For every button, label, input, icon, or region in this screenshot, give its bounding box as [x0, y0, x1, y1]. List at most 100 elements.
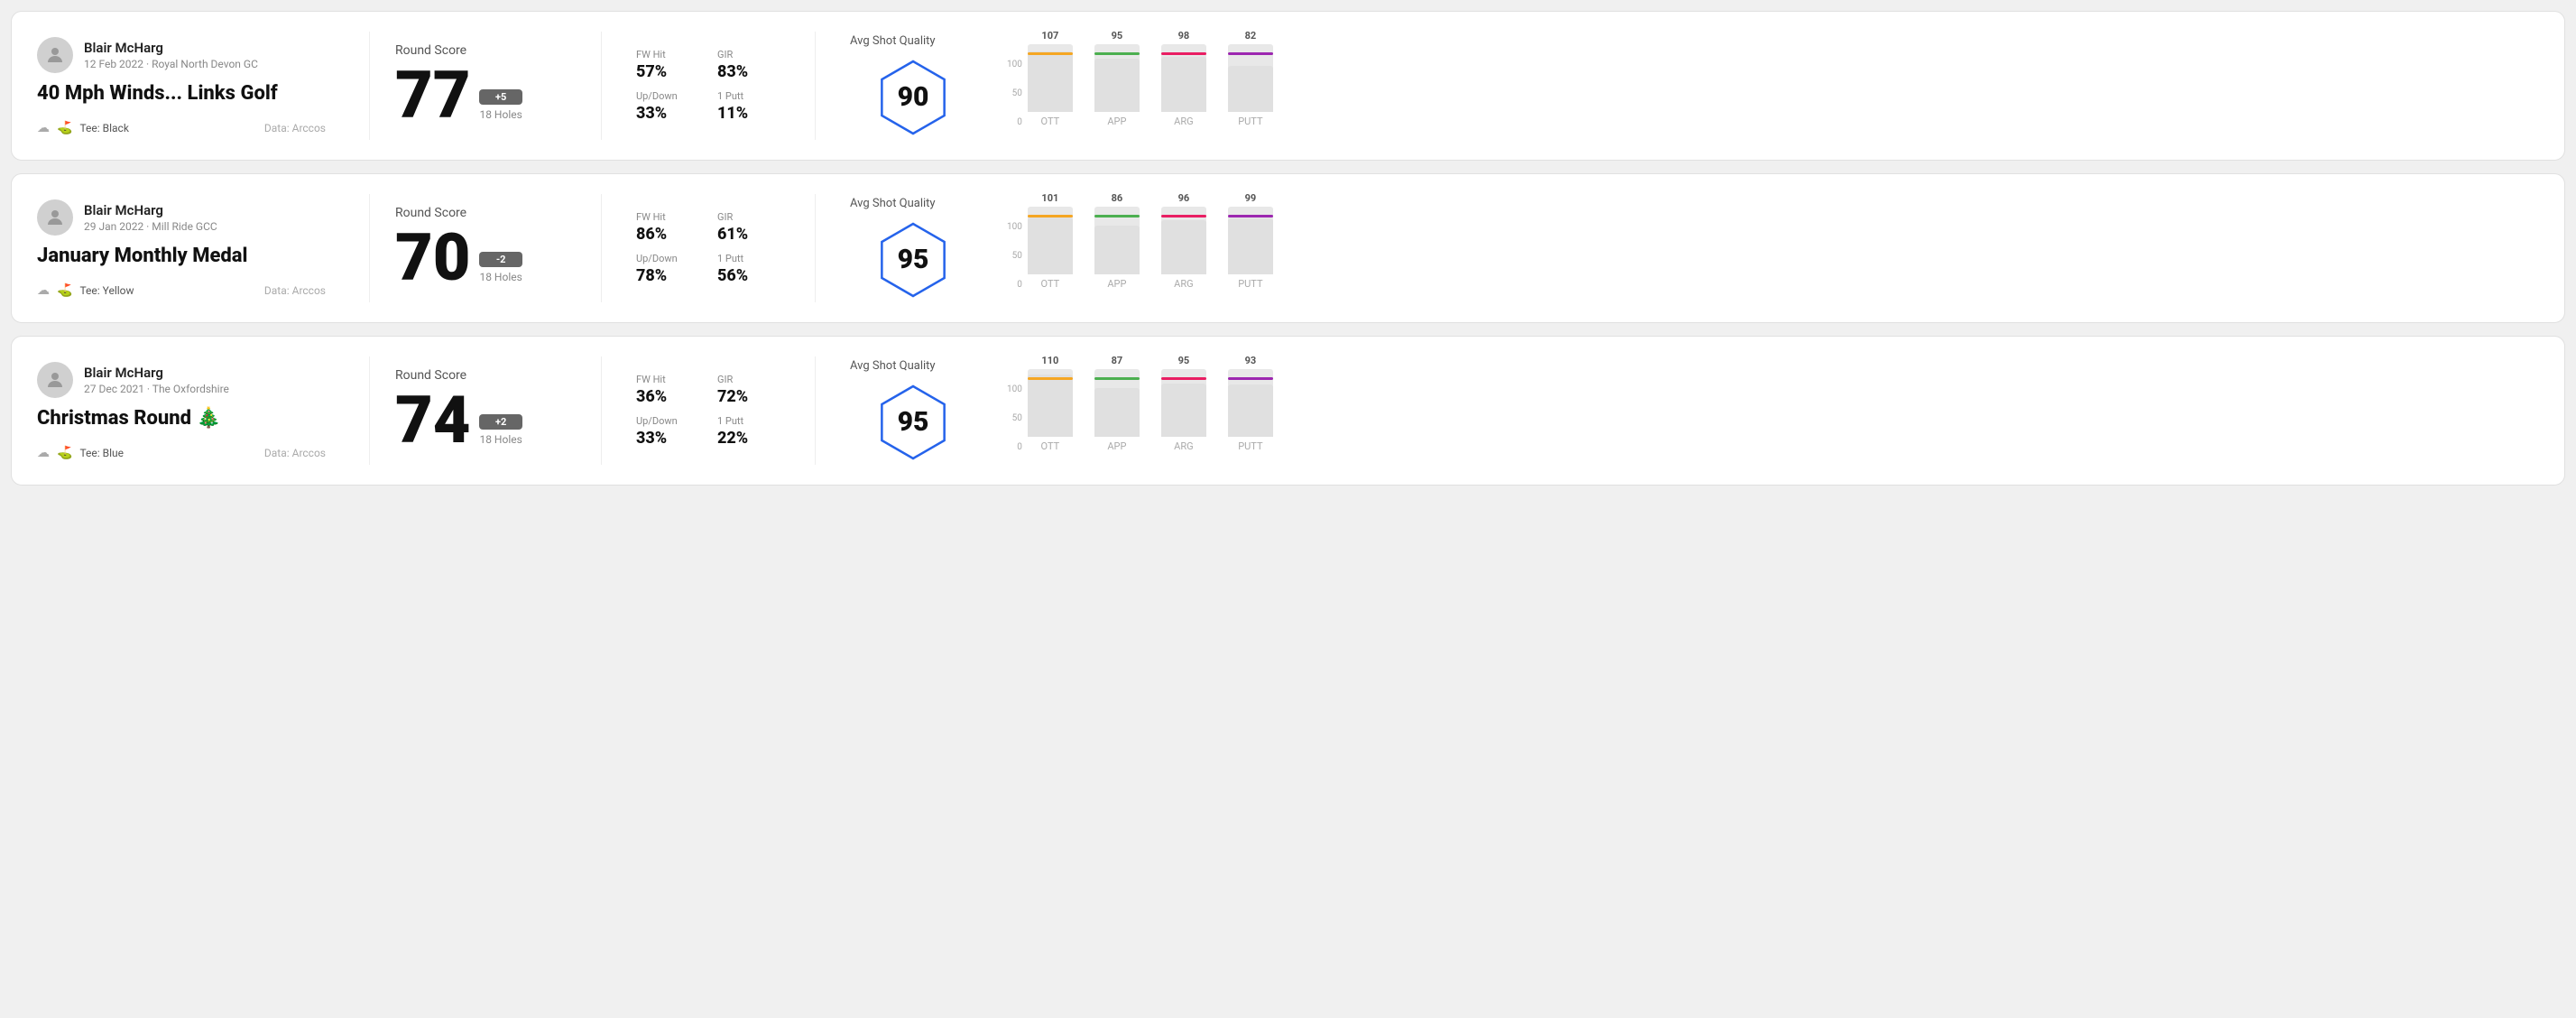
up-down-label: Up/Down	[636, 415, 699, 427]
up-down-value: 33%	[636, 429, 699, 448]
fw-hit-value: 86%	[636, 225, 699, 244]
bottom-row: ☁ ⛳ Tee: Blue Data: Arccos	[37, 446, 326, 460]
left-section: Blair McHarg 27 Dec 2021 · The Oxfordshi…	[37, 362, 344, 460]
fw-hit-label: FW Hit	[636, 211, 699, 223]
user-info: Blair McHarg 12 Feb 2022 · Royal North D…	[84, 40, 258, 70]
date-course: 12 Feb 2022 · Royal North Devon GC	[84, 58, 258, 70]
one-putt-label: 1 Putt	[717, 90, 780, 102]
up-down-value: 33%	[636, 104, 699, 123]
fw-hit-stat: FW Hit 57%	[636, 49, 699, 81]
weather-icon: ☁	[37, 283, 50, 298]
quality-score: 95	[898, 406, 929, 438]
data-source: Data: Arccos	[264, 284, 326, 297]
holes-label: 18 Holes	[479, 108, 522, 121]
fw-hit-stat: FW Hit 36%	[636, 374, 699, 406]
score-badge: +2	[479, 414, 522, 430]
round-card-2: Blair McHarg 29 Jan 2022 · Mill Ride GCC…	[11, 173, 2565, 323]
stats-grid: FW Hit 57% GIR 83% Up/Down 33% 1 Putt 11…	[636, 49, 780, 123]
tee-label: Tee: Yellow	[79, 284, 134, 297]
user-row: Blair McHarg 12 Feb 2022 · Royal North D…	[37, 37, 326, 73]
score-badge: -2	[479, 252, 522, 267]
quality-section: Avg Shot Quality 95	[841, 359, 985, 463]
quality-section: Avg Shot Quality 90	[841, 34, 985, 138]
hexagon: 95	[873, 219, 954, 301]
score-meta: -2 18 Holes	[479, 252, 522, 283]
user-row: Blair McHarg 29 Jan 2022 · Mill Ride GCC	[37, 199, 326, 236]
bar-value: 95	[1112, 30, 1123, 42]
quality-score: 95	[898, 244, 929, 275]
score-meta: +5 18 Holes	[479, 89, 522, 121]
bag-icon: ⛳	[57, 121, 72, 135]
quality-divider	[815, 32, 816, 140]
bar-value: 82	[1245, 30, 1257, 42]
quality-divider	[815, 194, 816, 302]
user-name: Blair McHarg	[84, 365, 229, 381]
user-info: Blair McHarg 27 Dec 2021 · The Oxfordshi…	[84, 365, 229, 395]
score-section: Round Score 74 +2 18 Holes	[395, 368, 576, 453]
one-putt-label: 1 Putt	[717, 415, 780, 427]
avg-shot-quality-label: Avg Shot Quality	[850, 359, 936, 373]
bar-value: 86	[1112, 192, 1123, 204]
round-score-label: Round Score	[395, 368, 576, 383]
bar-value: 95	[1178, 355, 1190, 366]
up-down-stat: Up/Down 33%	[636, 90, 699, 123]
fw-hit-label: FW Hit	[636, 49, 699, 60]
score-number: 70	[395, 226, 470, 291]
bar-value: 87	[1112, 355, 1123, 366]
bar-value: 101	[1041, 192, 1058, 204]
stats-grid: FW Hit 86% GIR 61% Up/Down 78% 1 Putt 56…	[636, 211, 780, 285]
weather-icon: ☁	[37, 121, 50, 135]
tee-info: ☁ ⛳ Tee: Black	[37, 121, 129, 135]
quality-section: Avg Shot Quality 95	[841, 197, 985, 301]
score-number: 74	[395, 388, 470, 453]
gir-label: GIR	[717, 374, 780, 385]
bar-label: ARG	[1174, 440, 1193, 452]
stats-section: FW Hit 36% GIR 72% Up/Down 33% 1 Putt 22…	[627, 374, 789, 448]
round-title: 40 Mph Winds... Links Golf	[37, 82, 326, 105]
score-section: Round Score 70 -2 18 Holes	[395, 206, 576, 291]
stats-divider	[601, 194, 602, 302]
stats-section: FW Hit 57% GIR 83% Up/Down 33% 1 Putt 11…	[627, 49, 789, 123]
chart-section: 100500 101 OTT 86 APP 96 ARG	[985, 207, 2539, 290]
bar-value: 96	[1178, 192, 1190, 204]
bar-group: 95 ARG	[1161, 369, 1206, 452]
round-title: Christmas Round 🎄	[37, 407, 326, 430]
bag-icon: ⛳	[57, 446, 72, 460]
avg-shot-quality-label: Avg Shot Quality	[850, 34, 936, 48]
fw-hit-stat: FW Hit 86%	[636, 211, 699, 244]
gir-value: 72%	[717, 387, 780, 406]
bar-value: 98	[1178, 30, 1190, 42]
bar-value: 93	[1245, 355, 1257, 366]
tee-label: Tee: Black	[79, 122, 128, 134]
gir-value: 83%	[717, 62, 780, 81]
bar-group: 86 APP	[1094, 207, 1140, 290]
bar-label: OTT	[1041, 440, 1060, 452]
avatar	[37, 362, 73, 398]
gir-value: 61%	[717, 225, 780, 244]
weather-icon: ☁	[37, 446, 50, 460]
bar-value: 99	[1245, 192, 1257, 204]
date-course: 27 Dec 2021 · The Oxfordshire	[84, 383, 229, 395]
gir-label: GIR	[717, 211, 780, 223]
round-title: January Monthly Medal	[37, 245, 326, 267]
data-source: Data: Arccos	[264, 447, 326, 459]
avg-shot-quality-label: Avg Shot Quality	[850, 197, 936, 210]
one-putt-stat: 1 Putt 56%	[717, 253, 780, 285]
stats-divider	[601, 32, 602, 140]
bar-group: 101 OTT	[1028, 207, 1073, 290]
bar-label: APP	[1107, 116, 1126, 127]
bar-group: 93 PUTT	[1228, 369, 1273, 452]
left-section: Blair McHarg 12 Feb 2022 · Royal North D…	[37, 37, 344, 135]
up-down-value: 78%	[636, 266, 699, 285]
quality-divider	[815, 356, 816, 465]
bar-group: 99 PUTT	[1228, 207, 1273, 290]
user-name: Blair McHarg	[84, 40, 258, 56]
quality-score: 90	[898, 81, 929, 113]
score-meta: +2 18 Holes	[479, 414, 522, 446]
tee-info: ☁ ⛳ Tee: Yellow	[37, 283, 134, 298]
divider	[369, 194, 370, 302]
hexagon: 95	[873, 382, 954, 463]
divider	[369, 32, 370, 140]
score-badge: +5	[479, 89, 522, 105]
bar-label: ARG	[1174, 116, 1193, 127]
